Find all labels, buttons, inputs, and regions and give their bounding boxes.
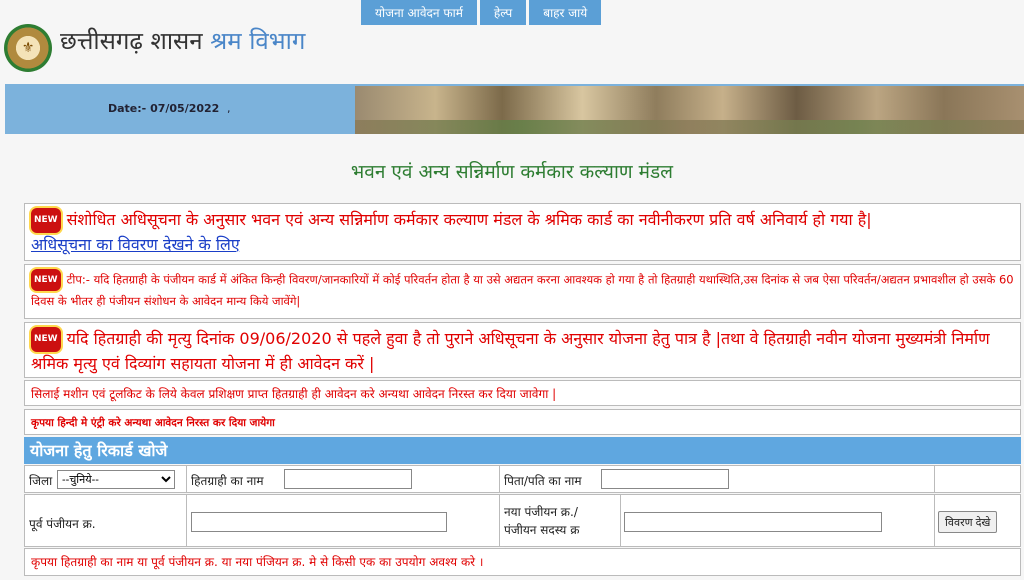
search-footer-note-text: कृपया हितग्राही का नाम या पूर्व पंजीयन क… [31,555,484,569]
search-section-heading: योजना हेतु रिकार्ड खोजे [24,437,1021,464]
new-registration-input[interactable] [624,512,882,532]
notice-tip: NEW टीप:- यदि हितग्राही के पंजीयन कार्ड म… [24,264,1021,319]
new-registration-label-line2: पंजीयन सदस्य क्र [504,523,580,537]
district-select[interactable]: --चुनिये-- [57,470,175,489]
father-name-input[interactable] [601,469,729,489]
father-cell: पिता/पति का नाम [500,466,935,492]
old-reg-input-cell [187,495,500,546]
new-badge-icon: NEW [31,327,61,352]
nav-scheme-application[interactable]: योजना आवेदन फार्म [361,0,477,25]
notice-hindi-entry-text: कृपया हिन्दी मे एंट्री करे अन्यथा आवेदन … [31,417,275,429]
emblem-icon: ⚜ [21,40,35,56]
empty-cell [935,466,1020,492]
view-details-button[interactable]: विवरण देखे [938,511,998,533]
header-banner: Date:- 07/05/2022 , [5,84,1024,134]
site-title-main: छत्तीसगढ़ शासन [60,27,203,55]
site-title: छत्तीसगढ़ शासन श्रम विभाग [60,24,305,57]
old-registration-label: पूर्व पंजीयन क्र. [29,517,96,531]
beneficiary-name-label: हितग्राही का नाम [191,474,264,488]
beneficiary-cell: हितग्राही का नाम [187,466,500,492]
date-separator: , [227,102,231,115]
notification-details-link[interactable]: अधिसूचना का विवरण देखने के लिए [31,235,240,254]
beneficiary-name-input[interactable] [284,469,412,489]
new-badge-icon: NEW [31,208,61,233]
state-emblem-logo: ⚜ [4,24,52,72]
old-reg-label-cell: पूर्व पंजीयन क्र. [25,495,187,546]
search-row-2: पूर्व पंजीयन क्र. नया पंजीयन क्र./ पंजीय… [24,494,1021,547]
father-name-label: पिता/पति का नाम [504,474,582,488]
site-title-dept: श्रम विभाग [210,27,306,55]
district-cell: जिला --चुनिये-- [25,466,187,492]
nav-logout[interactable]: बाहर जाये [529,0,602,25]
district-label: जिला [29,474,53,488]
notice-renewal-text: संशोधित अधिसूचना के अनुसार भवन एवं अन्य … [66,210,872,229]
notice-tip-text: टीप:- यदि हितग्राही के पंजीयन कार्ड में … [31,272,1014,309]
nav-help[interactable]: हेल्प [479,0,527,25]
notice-sewing-text: सिलाई मशीन एवं टूलकिट के लिये केवल प्रशि… [31,387,557,401]
search-row-1: जिला --चुनिये-- हितग्राही का नाम पिता/पत… [24,465,1021,493]
page-title: भवन एवं अन्य सन्निर्माण कर्मकार कल्याण म… [350,161,674,183]
search-footer-note: कृपया हितग्राही का नाम या पूर्व पंजीयन क… [24,548,1021,576]
top-nav: योजना आवेदन फार्म हेल्प बाहर जाये [361,0,602,25]
notice-sewing: सिलाई मशीन एवं टूलकिट के लिये केवल प्रशि… [24,380,1021,406]
notice-hindi-entry: कृपया हिन्दी मे एंट्री करे अन्यथा आवेदन … [24,409,1021,435]
notice-renewal: NEW संशोधित अधिसूचना के अनुसार भवन एवं अन… [24,203,1021,261]
new-badge-icon: NEW [31,269,61,291]
new-registration-label-line1: नया पंजीयन क्र./ [504,505,578,519]
new-reg-label-cell: नया पंजीयन क्र./ पंजीयन सदस्य क्र [500,495,621,546]
notice-death: NEW यदि हितग्राही की मृत्यु दिनांक 09/06/… [24,322,1021,378]
old-registration-input[interactable] [191,512,447,532]
current-date: Date:- 07/05/2022 [108,102,220,115]
notice-death-text: यदि हितग्राही की मृत्यु दिनांक 09/06/202… [31,329,990,373]
banner-photo [355,86,1024,134]
new-reg-input-cell [621,495,935,546]
view-button-cell: विवरण देखे [935,495,1020,546]
